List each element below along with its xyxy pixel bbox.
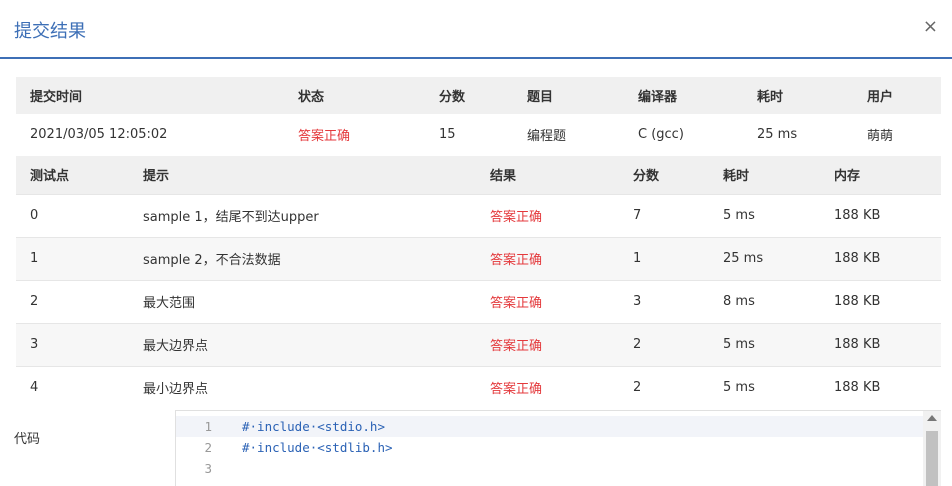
case-id: 1 bbox=[30, 251, 39, 266]
table-row: 4 最小边界点 答案正确 2 5 ms 188 KB bbox=[16, 366, 941, 409]
submission-summary-table: 提交时间 状态 分数 题目 编译器 耗时 用户 2021/03/05 12:05… bbox=[16, 77, 941, 157]
table-row: 1 sample 2，不合法数据 答案正确 1 25 ms 188 KB bbox=[16, 237, 941, 280]
header-memory: 内存 bbox=[834, 169, 861, 185]
case-memory: 188 KB bbox=[834, 337, 881, 352]
status-badge: 答案正确 bbox=[298, 129, 351, 145]
case-memory: 188 KB bbox=[834, 380, 881, 396]
case-id: 2 bbox=[30, 294, 39, 309]
code-editor[interactable]: 1 #·include·<stdio.h> 2 #·include·<stdli… bbox=[175, 410, 941, 486]
case-time: 5 ms bbox=[723, 337, 755, 352]
header-score: 分数 bbox=[439, 90, 466, 105]
header-user: 用户 bbox=[867, 90, 894, 105]
submit-time: 2021/03/05 12:05:02 bbox=[30, 127, 168, 143]
case-score: 7 bbox=[633, 208, 642, 223]
case-id: 0 bbox=[30, 208, 39, 223]
header-result: 结果 bbox=[490, 169, 517, 185]
cases-header-row: 测试点 提示 结果 分数 耗时 内存 bbox=[16, 156, 941, 194]
case-hint: 最大边界点 bbox=[143, 339, 209, 354]
test-cases-table: 测试点 提示 结果 分数 耗时 内存 0 sample 1，结尾不到达upper… bbox=[16, 156, 941, 409]
header-case: 测试点 bbox=[30, 169, 70, 185]
case-hint: sample 2，不合法数据 bbox=[143, 253, 281, 268]
header-status: 状态 bbox=[298, 90, 325, 105]
header-time: 耗时 bbox=[757, 90, 784, 105]
header-submit-time: 提交时间 bbox=[30, 90, 83, 105]
scroll-up-arrow-icon[interactable] bbox=[927, 415, 937, 421]
dialog-title: 提交结果 bbox=[14, 21, 86, 42]
header-hint: 提示 bbox=[143, 169, 170, 185]
line-number: 2 bbox=[204, 440, 212, 455]
table-row: 3 最大边界点 答案正确 2 5 ms 188 KB bbox=[16, 323, 941, 366]
line-number: 1 bbox=[204, 419, 212, 434]
case-hint: 最大范围 bbox=[143, 296, 196, 311]
code-text: #·include·<stdlib.h> bbox=[242, 440, 393, 455]
case-result: 答案正确 bbox=[490, 382, 543, 398]
table-row: 0 sample 1，结尾不到达upper 答案正确 7 5 ms 188 KB bbox=[16, 194, 941, 237]
summary-row: 2021/03/05 12:05:02 答案正确 15 编程题 C (gcc) … bbox=[16, 114, 941, 156]
dialog-header: 提交结果 × bbox=[0, 0, 952, 59]
summary-header-row: 提交时间 状态 分数 题目 编译器 耗时 用户 bbox=[16, 77, 941, 114]
case-time: 5 ms bbox=[723, 380, 755, 396]
case-memory: 188 KB bbox=[834, 251, 881, 266]
case-score: 1 bbox=[633, 251, 642, 266]
code-line[interactable]: 1 #·include·<stdio.h> bbox=[176, 416, 924, 437]
header-compiler: 编译器 bbox=[638, 90, 678, 105]
code-text: #·include·<stdio.h> bbox=[242, 419, 385, 434]
case-id: 4 bbox=[30, 380, 39, 396]
line-number: 3 bbox=[204, 461, 212, 476]
table-row: 2 最大范围 答案正确 3 8 ms 188 KB bbox=[16, 280, 941, 323]
case-time: 25 ms bbox=[723, 251, 764, 266]
code-label: 代码 bbox=[14, 432, 41, 447]
user-link[interactable]: 萌萌 bbox=[853, 114, 941, 156]
score: 15 bbox=[439, 127, 456, 143]
code-line[interactable]: 3 bbox=[176, 458, 924, 479]
case-score: 2 bbox=[633, 337, 642, 352]
header-case-time: 耗时 bbox=[723, 169, 750, 185]
case-score: 3 bbox=[633, 294, 642, 309]
problem-link[interactable]: 编程题 bbox=[513, 114, 624, 156]
compiler: C (gcc) bbox=[638, 127, 684, 143]
case-hint: 最小边界点 bbox=[143, 382, 209, 398]
code-line[interactable]: 2 #·include·<stdlib.h> bbox=[176, 437, 924, 458]
case-result: 答案正确 bbox=[490, 296, 543, 311]
case-memory: 188 KB bbox=[834, 208, 881, 223]
header-case-score: 分数 bbox=[633, 169, 660, 185]
case-result: 答案正确 bbox=[490, 210, 543, 225]
case-memory: 188 KB bbox=[834, 294, 881, 309]
case-id: 3 bbox=[30, 337, 39, 352]
case-result: 答案正确 bbox=[490, 253, 543, 268]
case-hint: sample 1，结尾不到达upper bbox=[143, 210, 319, 225]
run-time: 25 ms bbox=[757, 127, 798, 143]
close-icon[interactable]: × bbox=[923, 17, 938, 37]
case-result: 答案正确 bbox=[490, 339, 543, 354]
case-time: 8 ms bbox=[723, 294, 755, 309]
scroll-thumb[interactable] bbox=[926, 431, 938, 486]
code-scrollbar[interactable] bbox=[923, 411, 941, 486]
case-score: 2 bbox=[633, 380, 642, 396]
case-time: 5 ms bbox=[723, 208, 755, 223]
header-problem: 题目 bbox=[527, 90, 554, 105]
